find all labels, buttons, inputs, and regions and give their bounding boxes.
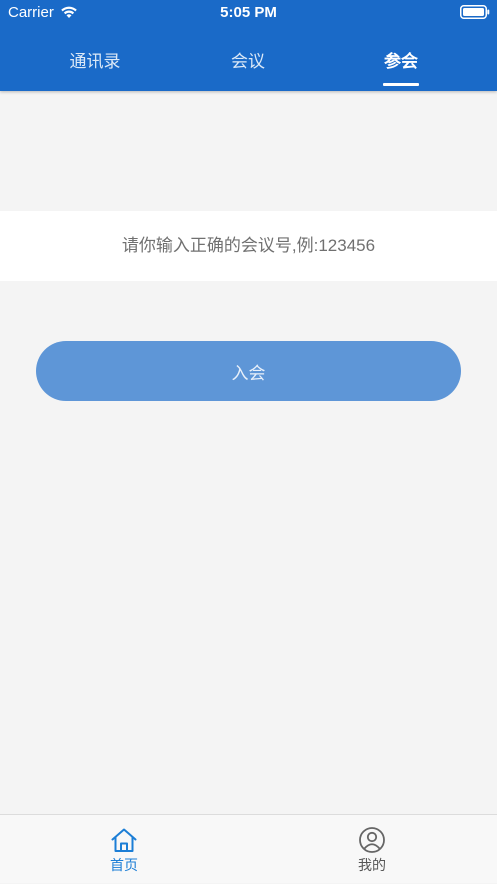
clock: 5:05 PM — [220, 4, 277, 21]
user-icon — [359, 827, 385, 853]
active-tab-indicator — [383, 83, 419, 86]
join-meeting-button[interactable]: 入会 — [36, 341, 461, 401]
home-icon — [111, 828, 137, 852]
bottom-nav: 首页 我的 — [0, 814, 497, 883]
tab-contacts[interactable]: 通讯录 — [12, 28, 178, 91]
bottom-nav-mine-label: 我的 — [358, 857, 386, 873]
bottom-nav-home-label: 首页 — [110, 857, 138, 873]
meeting-number-input[interactable] — [0, 211, 497, 281]
meeting-number-row — [0, 211, 497, 281]
top-header: Carrier 5:05 PM 通讯录 会议 参会 — [0, 0, 497, 91]
status-bar: Carrier 5:05 PM — [0, 0, 497, 28]
bottom-nav-mine[interactable]: 我的 — [248, 815, 496, 884]
battery-icon — [460, 5, 490, 19]
bottom-nav-home[interactable]: 首页 — [0, 815, 248, 884]
tab-join-meeting[interactable]: 参会 — [318, 28, 484, 91]
top-tabs: 通讯录 会议 参会 — [0, 28, 497, 91]
tab-meetings[interactable]: 会议 — [165, 28, 331, 91]
